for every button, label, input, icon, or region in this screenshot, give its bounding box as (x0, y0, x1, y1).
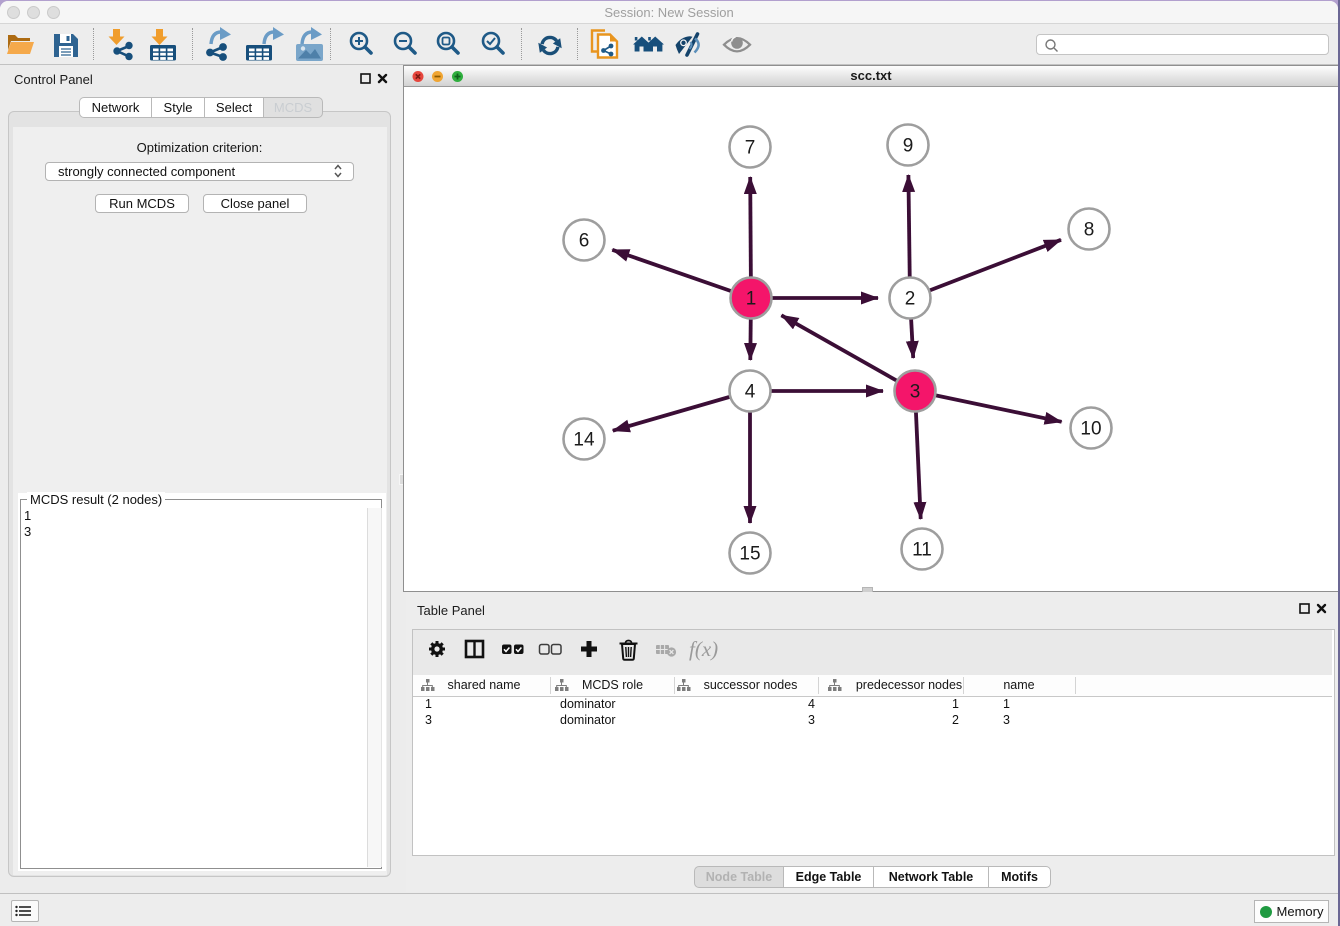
svg-text:9: 9 (903, 136, 914, 157)
svg-text:15: 15 (739, 544, 760, 565)
svg-text:10: 10 (1080, 419, 1101, 440)
svg-text:8: 8 (1084, 220, 1095, 241)
svg-text:4: 4 (745, 382, 756, 403)
svg-text:1: 1 (746, 289, 757, 310)
svg-text:11: 11 (912, 540, 932, 561)
svg-text:2: 2 (905, 289, 916, 310)
svg-text:7: 7 (745, 138, 756, 159)
svg-text:6: 6 (579, 231, 590, 252)
svg-text:3: 3 (910, 382, 921, 403)
svg-text:14: 14 (573, 430, 595, 451)
svg-text:f(x): f(x) (689, 637, 718, 661)
